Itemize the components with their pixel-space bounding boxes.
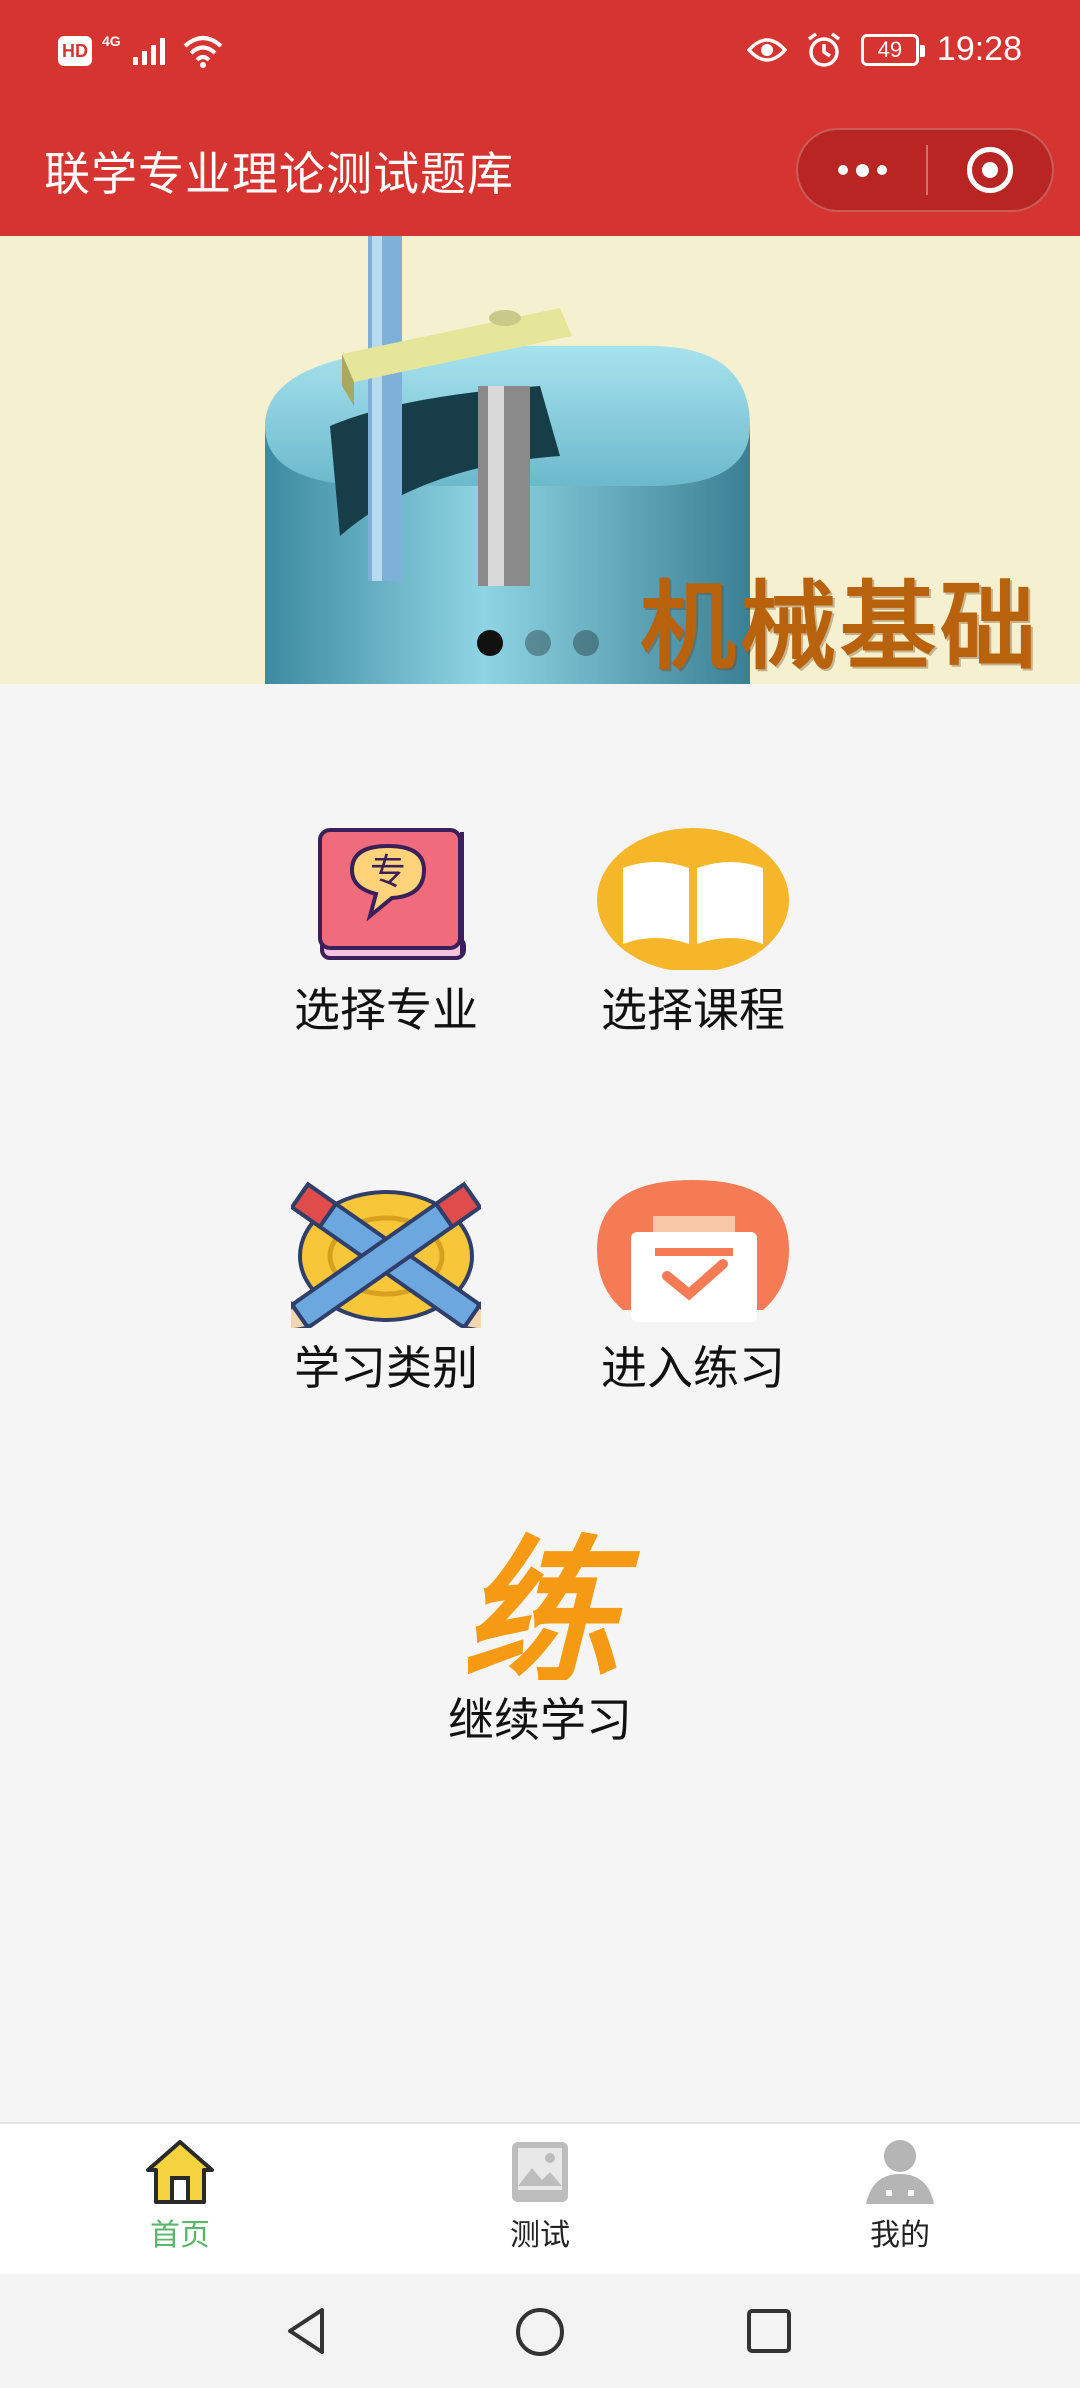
open-book-icon [593, 820, 793, 970]
svg-text:专: 专 [370, 852, 406, 893]
crossed-pencils-icon [286, 1178, 486, 1328]
alarm-icon [807, 32, 840, 67]
status-bar: HD 4G 49 19:28 [0, 0, 1080, 108]
status-right: 49 19:28 [746, 30, 1022, 69]
more-dot-icon [837, 165, 848, 175]
more-dot-icon [855, 163, 869, 177]
status-left: HD 4G [58, 34, 225, 68]
title-bar: 联学专业理论测试题库 [0, 108, 1080, 236]
menu-label: 选择课程 [601, 983, 785, 1037]
tab-test[interactable]: 测试 [440, 2138, 640, 2254]
tab-label: 测试 [510, 2218, 570, 2253]
back-icon[interactable] [282, 2306, 332, 2356]
enter-practice-button[interactable]: 进入练习 [573, 1178, 813, 1398]
person-icon [866, 2140, 934, 2204]
tab-mine[interactable]: 我的 [800, 2138, 1000, 2254]
more-button[interactable] [798, 130, 926, 210]
recents-icon[interactable] [744, 2306, 794, 2356]
network-type: 4G [102, 33, 121, 49]
page-title: 联学专业理论测试题库 [44, 147, 514, 201]
system-nav-bar [0, 2274, 1080, 2388]
carousel-dot[interactable] [525, 630, 551, 656]
eye-icon [746, 37, 787, 62]
home-icon [146, 2140, 214, 2204]
home-circle-icon[interactable] [514, 2306, 566, 2358]
tab-label: 我的 [870, 2218, 930, 2253]
wifi-icon [183, 36, 223, 68]
menu-label: 学习类别 [294, 1341, 478, 1395]
hd-badge: HD [58, 36, 92, 66]
carousel-dot[interactable] [477, 630, 503, 656]
more-dot-icon [876, 165, 887, 175]
menu-label: 继续学习 [448, 1693, 632, 1747]
image-icon [512, 2142, 568, 2202]
miniprogram-capsule [796, 128, 1054, 212]
choose-major-button[interactable]: 专 选择专业 [266, 820, 506, 1040]
banner-caption: 机械基础 [640, 570, 1040, 683]
signal-icon [132, 38, 165, 65]
practice-glyph-icon: 练 [440, 1530, 640, 1680]
tab-bar: 首页 测试 我的 [0, 2122, 1080, 2274]
choose-course-button[interactable]: 选择课程 [573, 820, 813, 1040]
book-speech-icon: 专 [286, 820, 486, 970]
checklist-tray-icon [593, 1178, 793, 1328]
study-category-button[interactable]: 学习类别 [266, 1178, 506, 1398]
clock: 19:28 [936, 30, 1022, 68]
carousel-dot[interactable] [573, 630, 599, 656]
battery-indicator: 49 [860, 33, 925, 66]
banner-carousel[interactable]: 机械基础 [0, 236, 1080, 684]
menu-label: 进入练习 [601, 1341, 785, 1395]
menu-label: 选择专业 [294, 983, 478, 1037]
target-icon [967, 147, 1013, 193]
continue-study-button[interactable]: 练 继续学习 [420, 1530, 660, 1750]
tab-home[interactable]: 首页 [80, 2138, 280, 2254]
tab-label: 首页 [150, 2218, 210, 2253]
carousel-indicators [477, 630, 599, 656]
header: HD 4G 49 19:28 联学专业理论测试题库 [0, 0, 1080, 236]
close-miniprogram-button[interactable] [928, 130, 1052, 210]
svg-text:练: 练 [461, 1530, 640, 1680]
